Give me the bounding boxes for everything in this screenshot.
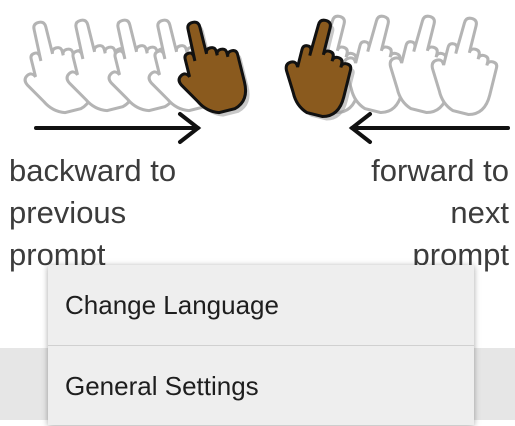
hint-line: backward to (9, 153, 177, 188)
hint-line: forward to (371, 153, 509, 188)
arrow-left-icon (348, 112, 510, 144)
change-language-menu-item[interactable]: Change Language (48, 265, 474, 345)
hint-line: previous (9, 195, 127, 230)
forward-hint-text: forward to next prompt (279, 150, 509, 276)
hint-line: next (450, 195, 509, 230)
swipe-illustration (10, 8, 510, 144)
general-settings-menu-item[interactable]: General Settings (48, 346, 474, 426)
backward-hint-text: backward to previous prompt (9, 150, 239, 276)
arrow-right-icon (34, 112, 202, 144)
overflow-menu: Change Language General Settings (48, 265, 474, 425)
